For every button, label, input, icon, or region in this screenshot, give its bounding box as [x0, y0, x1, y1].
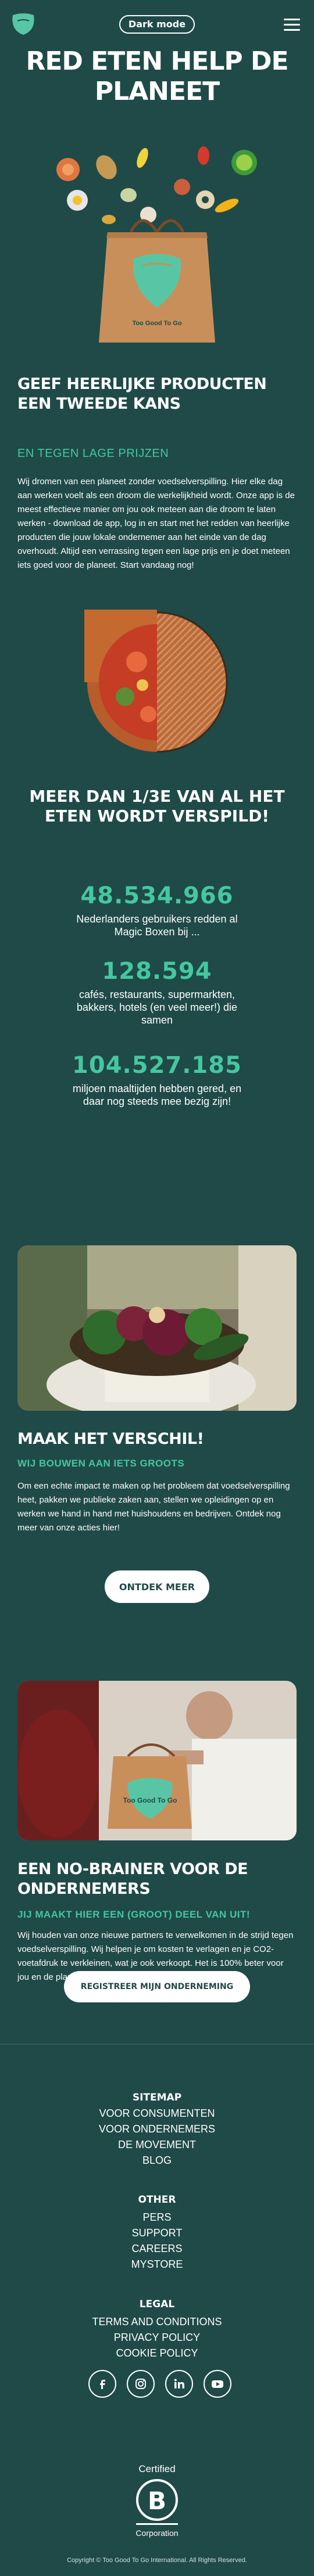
difference-body: Om een echte impact te maken op het prob… [17, 1481, 290, 1533]
cucumber-icon [120, 188, 137, 202]
page: Dark mode RED ETEN HELP DE PLANEET Too G… [0, 0, 314, 2576]
svg-text:B: B [148, 2487, 166, 2515]
intro-subtitle: EN TEGEN LAGE PRIJZEN [17, 447, 169, 460]
bag-label-2: Too Good To Go [123, 1796, 177, 1804]
logo-icon[interactable] [10, 13, 36, 36]
footer-link-businesses[interactable]: VOOR ONDERNEMERS [0, 2123, 314, 2135]
bag-handover-photo: Too Good To Go [17, 1681, 297, 1840]
copyright-text: Copyright © Too Good To Go International… [67, 2557, 247, 2564]
cookie-icon [174, 179, 190, 195]
svg-text:Corporation: Corporation [135, 2528, 178, 2538]
business-title: EEN NO-BRAINER VOOR DE ONDERNEMERS [17, 1860, 248, 1898]
footer-link-press[interactable]: PERS [0, 2211, 314, 2224]
hero-food-illustration: Too Good To Go [56, 146, 257, 343]
footer-link-privacy[interactable]: PRIVACY POLICY [0, 2332, 314, 2344]
stat-number-users: 48.534.966 [80, 882, 234, 909]
stat-number-stores: 128.594 [102, 958, 212, 985]
fries-icon [215, 199, 239, 212]
stat-number-meals: 104.527.185 [72, 1052, 242, 1079]
footer-link-blog[interactable]: BLOG [0, 2155, 314, 2167]
register-business-button[interactable]: REGISTREER MIJN ONDERNEMING [64, 1971, 250, 2002]
discover-more-button[interactable]: ONTDEK MEER [105, 1570, 209, 1603]
difference-title: MAAK HET VERSCHIL! [17, 1430, 204, 1448]
stats-title: MEER DAN 1/3E VAN AL HET ETEN WORDT VERS… [29, 787, 285, 826]
footer-legal-heading: LEGAL [139, 2298, 175, 2310]
header: Dark mode [0, 0, 314, 46]
footer-link-cookies[interactable]: COOKIE POLICY [0, 2347, 314, 2359]
footer-link-support[interactable]: SUPPORT [0, 2227, 314, 2239]
tomato-icon [198, 146, 209, 165]
bag-label: Too Good To Go [132, 320, 181, 327]
stat-label-users: Nederlanders gebruikers redden al Magic … [76, 913, 238, 938]
intro-title: GEEF HEERLIJKE PRODUCTEN EEN TWEEDE KANS [17, 375, 267, 413]
footer-link-movement[interactable]: DE MOVEMENT [0, 2139, 314, 2151]
b-corp-certified-logo: Certified B Corporation [135, 2463, 178, 2538]
hero-title: RED ETEN HELP DE PLANEET [26, 46, 288, 106]
pie-illustration [84, 610, 228, 753]
facebook-icon[interactable] [88, 2370, 116, 2398]
instagram-icon[interactable] [127, 2370, 155, 2398]
svg-text:Certified: Certified [138, 2463, 175, 2474]
footer-link-careers[interactable]: CAREERS [0, 2243, 314, 2255]
linkedin-icon[interactable] [165, 2370, 193, 2398]
youtube-icon[interactable] [204, 2370, 231, 2398]
footer-link-mystore[interactable]: MYSTORE [0, 2258, 314, 2271]
stat-label-meals: miljoen maaltijden hebben gered, en daar… [72, 1083, 242, 1107]
difference-subtitle: WIJ BOUWEN AAN IETS GROOTS [17, 1458, 185, 1469]
vegetables-basket-photo [17, 1245, 297, 1411]
business-subtitle: JIJ MAAKT HIER EEN (GROOT) DEEL VAN UIT! [17, 1909, 251, 1920]
footer-other-heading: OTHER [138, 2194, 176, 2206]
banana-icon [137, 147, 148, 168]
croissant-icon [102, 215, 116, 224]
bread-icon [96, 155, 117, 179]
intro-body: Wij dromen van een planeet zonder voedse… [17, 477, 295, 570]
hamburger-menu-icon[interactable] [284, 19, 300, 31]
dark-mode-toggle[interactable]: Dark mode [119, 15, 195, 34]
stat-label-stores: cafés, restaurants, supermarkten, bakker… [76, 989, 238, 1026]
footer-link-consumers[interactable]: VOOR CONSUMENTEN [0, 2107, 314, 2120]
footer-link-terms[interactable]: TERMS AND CONDITIONS [0, 2316, 314, 2328]
footer-sitemap-heading: SITEMAP [132, 2092, 182, 2103]
